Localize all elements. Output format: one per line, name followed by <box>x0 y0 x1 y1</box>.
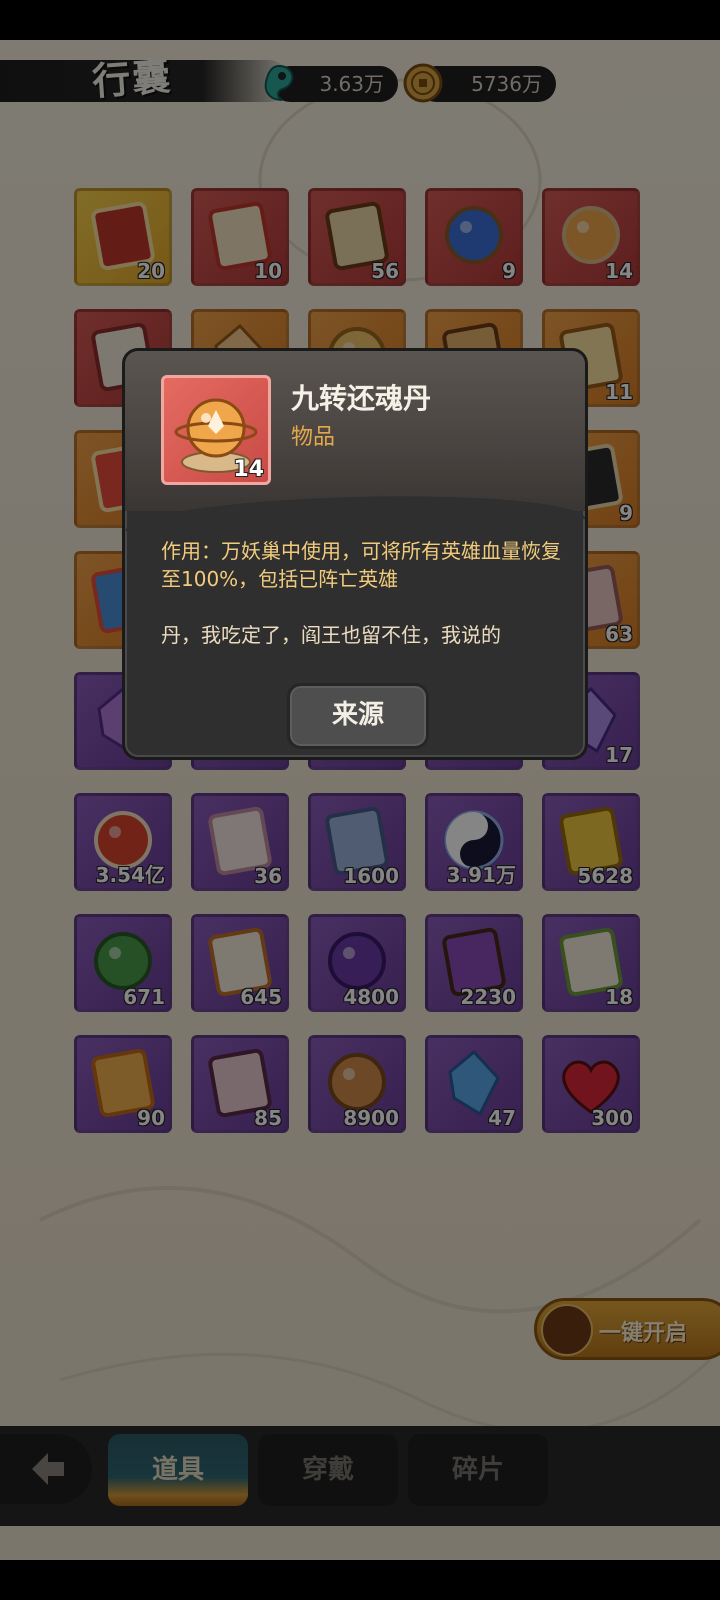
item-effect-text: 作用：万妖巢中使用，可将所有英雄血量恢复至100%，包括已阵亡英雄 <box>161 539 561 591</box>
item-flavor-text: 丹，我吃定了，阎王也留不住，我说的 <box>161 623 501 647</box>
item-type: 物品 <box>291 425 336 450</box>
item-count: 14 <box>233 457 264 482</box>
item-name: 九转还魂丹 <box>291 382 432 415</box>
inventory-screen: 行囊 3.63万 5736万 201056914116963173.54亿361… <box>0 40 720 1560</box>
modal-backdrop[interactable] <box>0 40 720 1560</box>
source-button[interactable]: 来源 <box>287 683 429 749</box>
item-detail-dialog: 14 九转还魂丹 物品 作用：万妖巢中使用，可将所有英雄血量恢复至100%，包括… <box>122 348 588 760</box>
item-icon-frame: 14 <box>161 375 271 485</box>
